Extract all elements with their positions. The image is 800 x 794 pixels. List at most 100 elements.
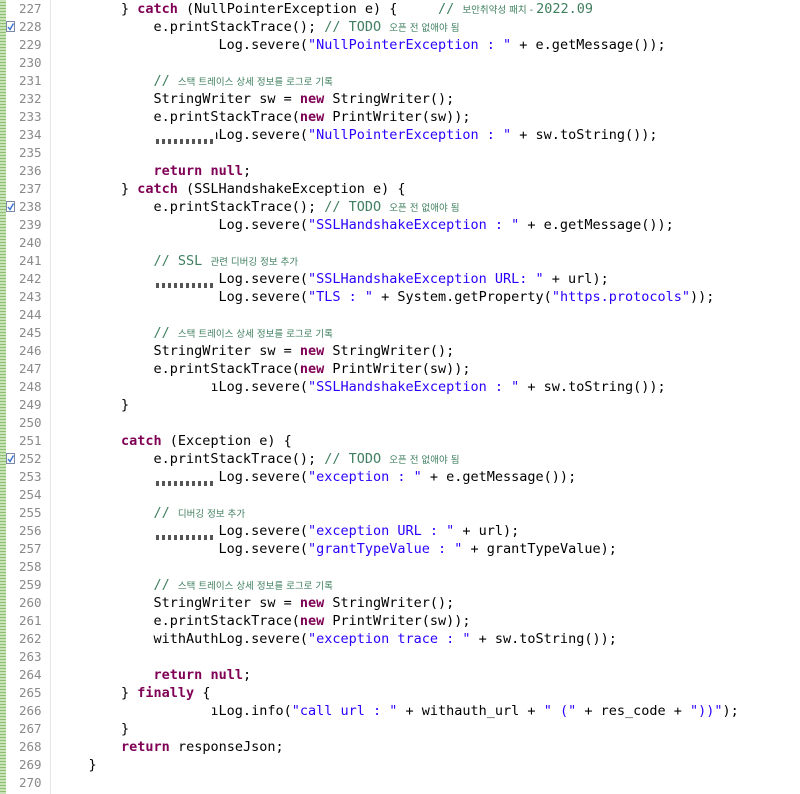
code-text[interactable]: e.printStackTrace(new PrintWriter(sw)); [56,360,471,378]
code-text[interactable]: e.printStackTrace(new PrintWriter(sw)); [56,612,471,630]
code-line[interactable]: 256 Log.severe("exception URL : " + url)… [0,522,800,540]
code-line[interactable]: 262 withAuthLog.severe("exception trace … [0,630,800,648]
code-line[interactable]: 260 StringWriter sw = new StringWriter()… [0,594,800,612]
code-token: + grantTypeValue); [462,541,617,557]
code-text[interactable]: Log.severe("SSLHandshakeException URL: "… [56,270,609,288]
code-text[interactable]: return null; [56,162,252,180]
code-text[interactable]: return null; [56,666,252,684]
code-line[interactable]: 242 Log.severe("SSLHandshakeException UR… [0,270,800,288]
code-line[interactable]: 239 Log.severe("SSLHandshakeException : … [0,216,800,234]
code-token: + sw.toString()); [470,631,617,647]
code-line[interactable]: 264 return null; [0,666,800,684]
code-line[interactable]: 252 e.printStackTrace(); // TODO 오픈 전 없애… [0,450,800,468]
code-text[interactable]: // SSL 관련 디버깅 정보 추가 [56,252,299,270]
line-number: 264 [19,667,42,682]
code-line[interactable]: 254 [0,486,800,504]
code-line[interactable]: 236 return null; [0,162,800,180]
code-text[interactable]: } catch (NullPointerException e) { // 보안… [56,0,593,18]
line-number: 267 [19,721,42,736]
code-text[interactable]: Log.severe("grantTypeValue : " + grantTy… [56,540,617,558]
code-line[interactable]: 231 // 스택 트레이스 상세 정보를 로그로 기록 [0,72,800,90]
code-line[interactable]: 267 } [0,720,800,738]
code-text[interactable]: Log.severe("exception URL : " + url); [56,522,520,540]
line-number: 270 [19,775,42,790]
code-line[interactable]: 234 withAuthLog.severe("NullPointerExcep… [0,126,800,144]
code-line[interactable]: 261 e.printStackTrace(new PrintWriter(sw… [0,612,800,630]
code-line[interactable]: 245 // 스택 트레이스 상세 정보를 로그로 기록 [0,324,800,342]
code-line[interactable]: 228 e.printStackTrace(); // TODO 오픈 전 없애… [0,18,800,36]
code-text[interactable]: } [56,720,129,738]
code-line[interactable]: 255 // 디버깅 정보 추가 [0,504,800,522]
code-line[interactable]: 253 Log.severe("exception : " + e.getMes… [0,468,800,486]
code-text[interactable]: e.printStackTrace(); // TODO 오픈 전 없애야 됨 [56,450,460,468]
code-text[interactable]: } catch (SSLHandshakeException e) { [56,180,405,198]
code-line[interactable]: 247 e.printStackTrace(new PrintWriter(sw… [0,360,800,378]
code-text[interactable]: e.printStackTrace(); // TODO 오픈 전 없애야 됨 [56,198,460,216]
code-text[interactable]: // 스택 트레이스 상세 정보를 로그로 기록 [56,72,333,90]
code-token: PrintWriter(sw)); [324,361,471,377]
line-number: 255 [19,505,42,520]
code-text[interactable]: withAuthLog.severe("NullPointerException… [56,126,658,144]
code-text[interactable]: } [56,756,97,774]
code-line[interactable]: 238 e.printStackTrace(); // TODO 오픈 전 없애… [0,198,800,216]
code-text[interactable]: withAuthLog.severe("exception trace : " … [56,630,617,648]
code-text[interactable]: ıLog.severe("SSLHandshakeException : " +… [56,378,665,396]
code-token: + sw.toString()); [511,127,658,143]
line-number: 238 [19,199,42,214]
code-line[interactable]: 250 [0,414,800,432]
keyword: return [121,739,170,755]
code-line[interactable]: 259 // 스택 트레이스 상세 정보를 로그로 기록 [0,576,800,594]
comment: // TODO [324,451,390,467]
string-literal: "))" [690,703,723,719]
code-line[interactable]: 235 [0,144,800,162]
line-number: 229 [19,37,42,52]
code-text[interactable]: e.printStackTrace(new PrintWriter(sw)); [56,108,471,126]
code-token: + res_code + [576,703,690,719]
code-token: e.printStackTrace( [56,109,300,125]
string-literal: "NullPointerException : " [307,37,512,53]
code-line[interactable]: 246 StringWriter sw = new StringWriter()… [0,342,800,360]
code-line[interactable]: 248 ıLog.severe("SSLHandshakeException :… [0,378,800,396]
code-line[interactable]: 269 } [0,756,800,774]
code-line[interactable]: 240 [0,234,800,252]
code-line[interactable]: 257 Log.severe("grantTypeValue : " + gra… [0,540,800,558]
code-line[interactable]: 270 [0,774,800,792]
code-line[interactable]: 244 [0,306,800,324]
task-marker-icon[interactable] [6,453,15,464]
code-line[interactable]: 230 [0,54,800,72]
code-line[interactable]: 232 StringWriter sw = new StringWriter()… [0,90,800,108]
task-marker-icon[interactable] [6,21,15,32]
code-text[interactable]: Log.severe("NullPointerException : " + e… [56,36,666,54]
code-line[interactable]: 249 } [0,396,800,414]
code-text[interactable]: // 스택 트레이스 상세 정보를 로그로 기록 [56,324,333,342]
code-line[interactable]: 251 catch (Exception e) { [0,432,800,450]
code-line[interactable]: 237 } catch (SSLHandshakeException e) { [0,180,800,198]
code-text[interactable]: StringWriter sw = new StringWriter(); [56,594,455,612]
code-line[interactable]: 229 Log.severe("NullPointerException : "… [0,36,800,54]
code-line[interactable]: 266 ıLog.info("call url : " + withauth_u… [0,702,800,720]
code-text[interactable]: Log.severe("exception : " + e.getMessage… [56,468,577,486]
code-line[interactable]: 263 [0,648,800,666]
code-text[interactable]: return responseJson; [56,738,284,756]
code-line[interactable]: 243 Log.severe("TLS : " + System.getProp… [0,288,800,306]
code-text[interactable]: // 스택 트레이스 상세 정보를 로그로 기록 [56,576,333,594]
code-text[interactable]: } finally { [56,684,210,702]
code-editor[interactable]: 227 } catch (NullPointerException e) { /… [0,0,800,794]
code-text[interactable]: // 디버깅 정보 추가 [56,504,246,522]
code-line[interactable]: 241 // SSL 관련 디버깅 정보 추가 [0,252,800,270]
code-line[interactable]: 268 return responseJson; [0,738,800,756]
code-line[interactable]: 265 } finally { [0,684,800,702]
code-text[interactable]: StringWriter sw = new StringWriter(); [56,90,455,108]
code-line[interactable]: 258 [0,558,800,576]
code-line[interactable]: 233 e.printStackTrace(new PrintWriter(sw… [0,108,800,126]
keyword: new [299,91,325,107]
string-literal: "SSLHandshakeException : " [307,379,520,395]
code-text[interactable]: StringWriter sw = new StringWriter(); [56,342,455,360]
code-token: PrintWriter(sw)); [324,109,471,125]
code-text[interactable]: } [56,396,129,414]
code-line[interactable]: 227 } catch (NullPointerException e) { /… [0,0,800,18]
code-text[interactable]: catch (Exception e) { [56,432,292,450]
task-marker-icon[interactable] [6,201,15,212]
code-text[interactable]: e.printStackTrace(); // TODO 오픈 전 없애야 됨 [56,18,460,36]
code-text[interactable]: Log.severe("SSLHandshakeException : " + … [56,216,674,234]
